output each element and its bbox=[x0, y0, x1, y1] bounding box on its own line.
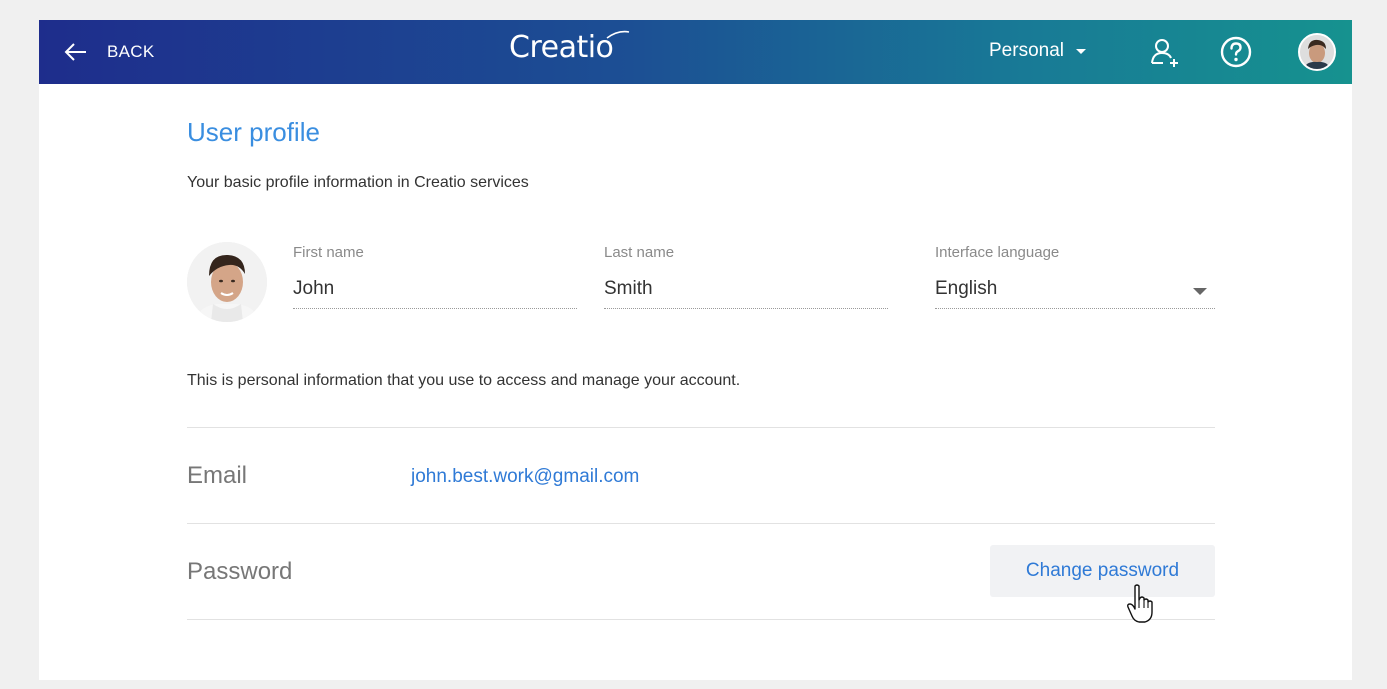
page-title: User profile bbox=[187, 117, 320, 147]
divider bbox=[187, 427, 1215, 428]
chevron-down-icon[interactable] bbox=[1193, 288, 1207, 295]
change-password-button[interactable]: Change password bbox=[990, 545, 1215, 597]
profile-photo[interactable] bbox=[187, 242, 267, 322]
logo: Creatio bbox=[509, 30, 614, 65]
first-name-field: First name John bbox=[293, 244, 577, 309]
logo-swoosh bbox=[606, 30, 630, 39]
divider bbox=[187, 523, 1215, 524]
divider bbox=[187, 619, 1215, 620]
language-field: Interface language English bbox=[935, 244, 1215, 309]
back-label: BACK bbox=[107, 42, 155, 61]
top-bar: BACK Creatio Personal bbox=[39, 20, 1352, 84]
app-window: BACK Creatio Personal User profile Your … bbox=[39, 20, 1352, 680]
hand-pointer-icon bbox=[1125, 584, 1159, 624]
back-button[interactable]: BACK bbox=[63, 38, 155, 66]
password-label: Password bbox=[187, 558, 293, 585]
email-link[interactable]: john.best.work@gmail.com bbox=[411, 466, 639, 488]
language-label: Interface language bbox=[935, 244, 1060, 261]
change-password-label: Change password bbox=[1025, 560, 1180, 581]
language-value: English bbox=[935, 278, 998, 299]
first-name-input[interactable]: John bbox=[293, 278, 577, 309]
email-label: Email bbox=[187, 462, 248, 489]
arrow-left-icon bbox=[63, 38, 89, 66]
help-icon[interactable] bbox=[1219, 35, 1253, 69]
info-text: This is personal information that you us… bbox=[187, 372, 741, 389]
add-user-icon[interactable] bbox=[1147, 36, 1181, 70]
workspace-selector[interactable]: Personal bbox=[989, 40, 1086, 62]
language-select[interactable]: English bbox=[935, 278, 1215, 309]
last-name-input[interactable]: Smith bbox=[604, 278, 888, 309]
user-avatar[interactable] bbox=[1298, 33, 1336, 71]
first-name-label: First name bbox=[293, 244, 364, 261]
last-name-field: Last name Smith bbox=[604, 244, 888, 309]
last-name-label: Last name bbox=[604, 244, 675, 261]
workspace-label: Personal bbox=[989, 40, 1064, 61]
chevron-down-icon bbox=[1076, 48, 1086, 54]
page-subtitle: Your basic profile information in Creati… bbox=[187, 174, 529, 191]
